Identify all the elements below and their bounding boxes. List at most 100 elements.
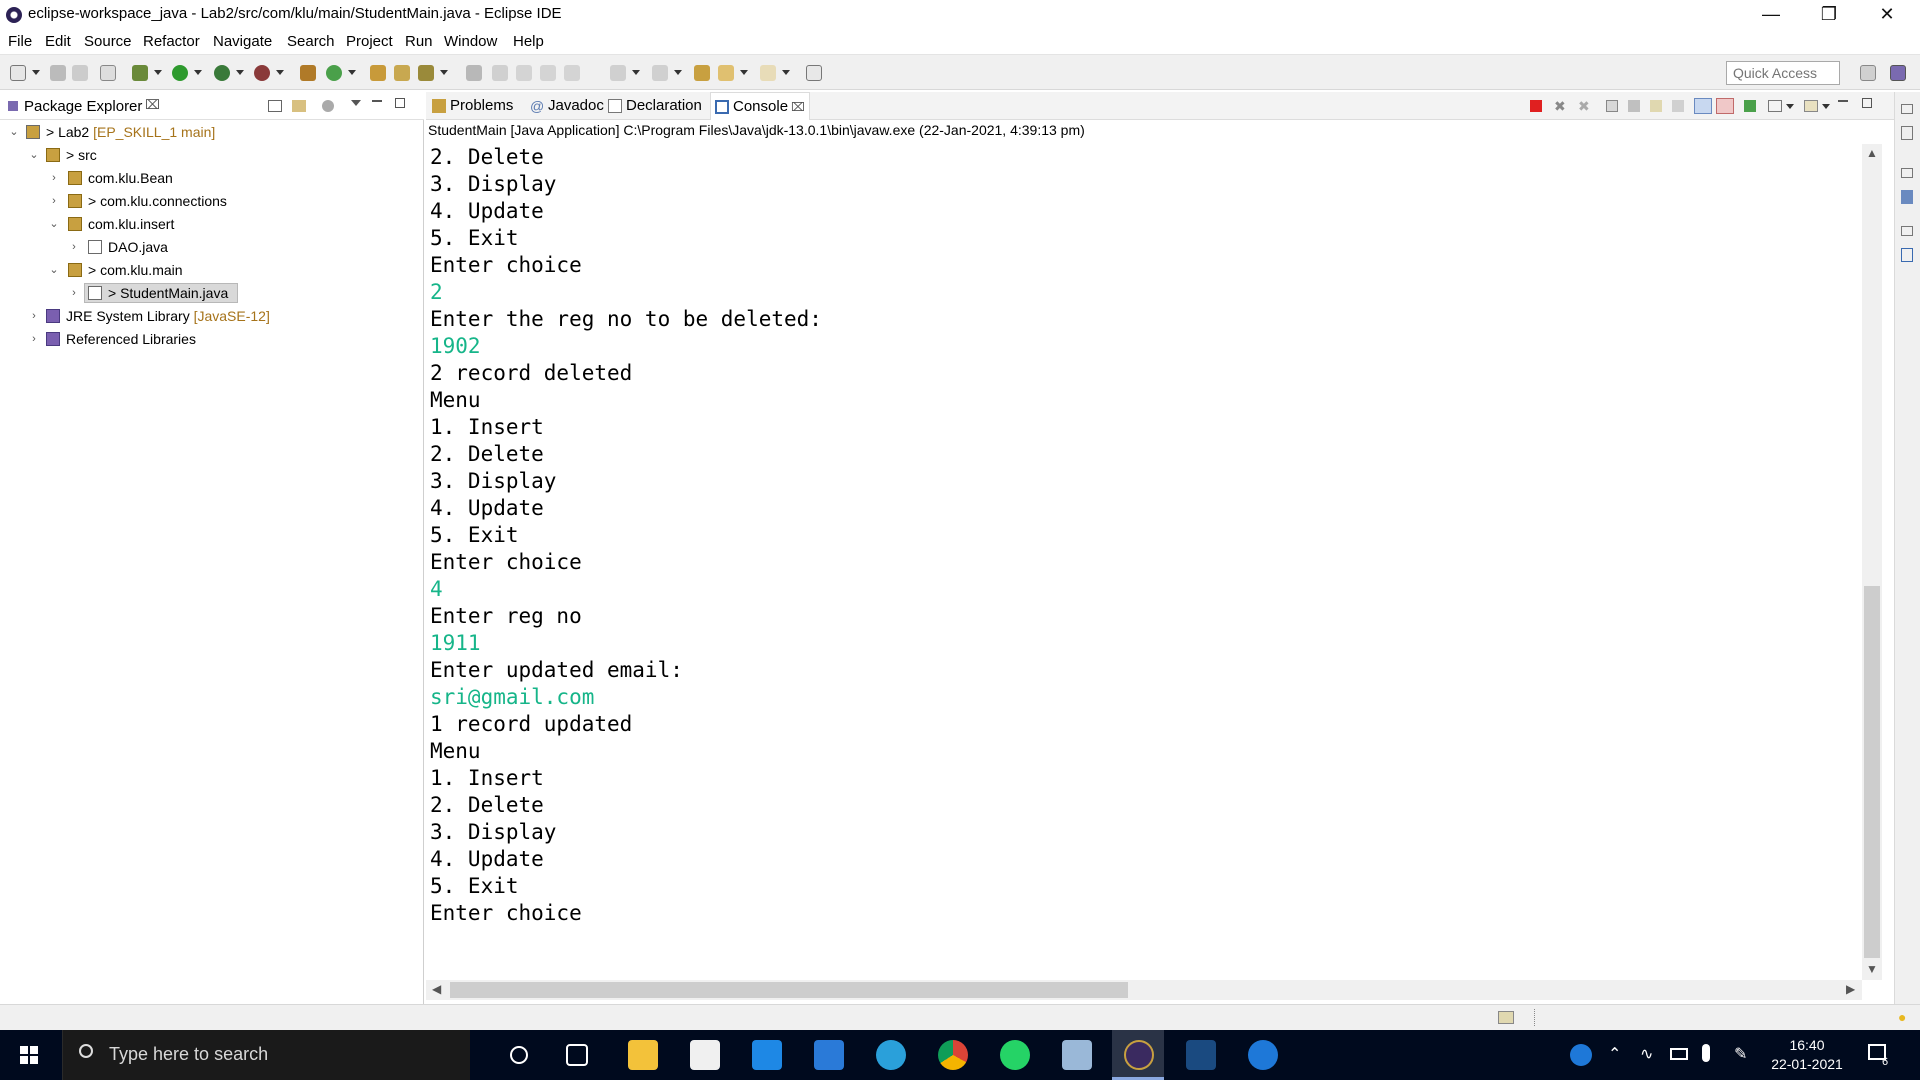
- chevron-down-icon[interactable]: ⌄: [48, 213, 60, 235]
- remove-all-launches-icon[interactable]: ✖: [1578, 98, 1590, 115]
- help-icon[interactable]: [1570, 1044, 1592, 1066]
- menu-project[interactable]: Project: [346, 33, 393, 50]
- menu-edit[interactable]: Edit: [45, 33, 71, 50]
- chevron-down-icon[interactable]: [154, 70, 162, 75]
- restore-icon[interactable]: [1901, 226, 1913, 236]
- debug-icon[interactable]: [132, 65, 148, 81]
- remove-launch-icon[interactable]: ✖: [1554, 98, 1566, 115]
- menu-search[interactable]: Search: [287, 33, 335, 50]
- previous-annotation-icon[interactable]: [652, 65, 668, 81]
- chevron-down-icon[interactable]: [740, 70, 748, 75]
- wifi-icon[interactable]: ∿: [1640, 1044, 1653, 1064]
- chevron-down-icon[interactable]: [782, 70, 790, 75]
- menu-help[interactable]: Help: [513, 33, 544, 50]
- chevron-down-icon[interactable]: [194, 70, 202, 75]
- tab-problems[interactable]: Problems: [428, 92, 526, 120]
- tab-declaration[interactable]: Declaration: [604, 92, 716, 120]
- whatsapp-icon[interactable]: [1000, 1040, 1030, 1070]
- skip-breakpoints-icon[interactable]: [100, 65, 116, 81]
- cortana-icon[interactable]: [510, 1046, 528, 1064]
- next-annotation-icon[interactable]: [492, 65, 508, 81]
- outline-icon[interactable]: [1901, 126, 1913, 140]
- chevron-down-icon[interactable]: [348, 70, 356, 75]
- annotation-icon[interactable]: [466, 65, 482, 81]
- horizontal-scrollbar-thumb[interactable]: [450, 982, 1128, 998]
- clear-console-icon[interactable]: [1606, 100, 1618, 112]
- pin-console-icon[interactable]: [1744, 100, 1756, 112]
- terminate-icon[interactable]: [1530, 100, 1542, 112]
- new-class-icon[interactable]: [326, 65, 342, 81]
- microphone-icon[interactable]: [1702, 1044, 1710, 1062]
- scroll-left-icon[interactable]: ◀: [432, 982, 441, 996]
- tab-javadoc[interactable]: @ Javadoc: [526, 92, 614, 120]
- notepad-icon[interactable]: [1062, 1040, 1092, 1070]
- scroll-down-icon[interactable]: ▼: [1866, 962, 1878, 976]
- open-type-icon[interactable]: [370, 65, 386, 81]
- battery-icon[interactable]: [1670, 1048, 1688, 1060]
- edge-icon[interactable]: [1248, 1040, 1278, 1070]
- chevron-right-icon[interactable]: ›: [48, 190, 60, 212]
- save-icon[interactable]: [50, 65, 66, 81]
- close-icon[interactable]: ⌧: [145, 97, 160, 113]
- close-icon[interactable]: ✕: [1858, 0, 1916, 30]
- minimize-icon[interactable]: [1838, 100, 1848, 102]
- display-console-icon[interactable]: [1768, 100, 1782, 112]
- tip-icon[interactable]: ●: [1898, 1009, 1906, 1025]
- last-edit-icon[interactable]: [694, 65, 710, 81]
- vscode-icon[interactable]: [752, 1040, 782, 1070]
- chrome-icon[interactable]: [938, 1040, 968, 1070]
- mail-icon[interactable]: [814, 1040, 844, 1070]
- word-wrap-icon[interactable]: [1650, 100, 1662, 112]
- taskbar-clock[interactable]: 16:40 22-01-2021: [1762, 1036, 1852, 1074]
- file-explorer-icon[interactable]: [628, 1040, 658, 1070]
- mysql-icon[interactable]: [1186, 1040, 1216, 1070]
- chevron-right-icon[interactable]: ›: [28, 328, 40, 350]
- scroll-up-icon[interactable]: ▲: [1866, 146, 1878, 160]
- run-icon[interactable]: [172, 65, 188, 81]
- taskbar-search[interactable]: Type here to search: [62, 1030, 470, 1080]
- close-icon[interactable]: ⌧: [791, 93, 805, 121]
- chevron-down-icon[interactable]: [674, 70, 682, 75]
- chevron-down-icon[interactable]: [236, 70, 244, 75]
- back-icon[interactable]: [718, 65, 734, 81]
- store-icon[interactable]: [690, 1040, 720, 1070]
- show-on-output-icon[interactable]: [1672, 100, 1684, 112]
- link-with-editor-icon[interactable]: [292, 100, 306, 112]
- forward-icon[interactable]: [760, 65, 776, 81]
- menu-navigate[interactable]: Navigate: [213, 33, 272, 50]
- task-list-icon[interactable]: [1901, 248, 1913, 262]
- chevron-down-icon[interactable]: [1822, 104, 1830, 109]
- external-tools-icon[interactable]: [254, 65, 270, 81]
- progress-icon[interactable]: [1498, 1011, 1514, 1024]
- new-java-project-icon[interactable]: [300, 65, 316, 81]
- chevron-down-icon[interactable]: [32, 70, 40, 75]
- collapse-all-icon[interactable]: [268, 100, 282, 112]
- menu-source[interactable]: Source: [84, 33, 132, 50]
- whitespace-icon[interactable]: [564, 65, 580, 81]
- restore-icon[interactable]: [1901, 104, 1913, 114]
- view-menu-icon[interactable]: [351, 100, 361, 106]
- restore-icon[interactable]: ❐: [1800, 0, 1858, 30]
- task-view-icon[interactable]: [566, 1044, 588, 1066]
- tab-console[interactable]: Console ⌧: [710, 92, 810, 120]
- chevron-right-icon[interactable]: ›: [68, 236, 80, 258]
- chevron-right-icon[interactable]: ›: [48, 167, 60, 189]
- block-selection-icon[interactable]: [540, 65, 556, 81]
- filter-icon[interactable]: [322, 100, 334, 112]
- eclipse-icon[interactable]: [1124, 1040, 1154, 1070]
- chevron-down-icon[interactable]: ⌄: [8, 121, 20, 143]
- chevron-down-icon[interactable]: ⌄: [48, 259, 60, 281]
- menu-file[interactable]: File: [8, 33, 32, 50]
- chevron-right-icon[interactable]: ›: [68, 282, 80, 304]
- java-perspective-icon[interactable]: [1890, 65, 1906, 81]
- chevron-down-icon[interactable]: [276, 70, 284, 75]
- package-explorer-title[interactable]: Package Explorer: [24, 98, 142, 115]
- minimize-icon[interactable]: [372, 100, 382, 102]
- chevron-down-icon[interactable]: [1786, 104, 1794, 109]
- open-perspective-icon[interactable]: [1860, 65, 1876, 81]
- quick-access-input[interactable]: [1726, 61, 1840, 85]
- search-icon[interactable]: [418, 65, 434, 81]
- hierarchy-icon[interactable]: [1901, 190, 1913, 204]
- chevron-up-icon[interactable]: ⌃: [1608, 1044, 1621, 1064]
- chevron-down-icon[interactable]: ⌄: [28, 144, 40, 166]
